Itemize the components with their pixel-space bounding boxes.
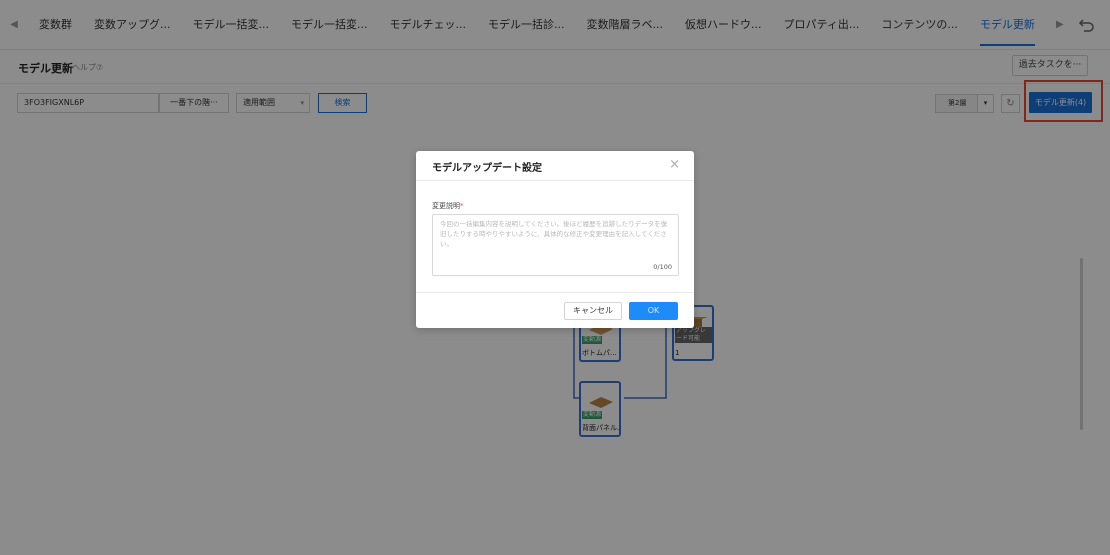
ok-button[interactable]: OK bbox=[629, 302, 678, 320]
dialog-header: モデルアップデート設定 × bbox=[416, 151, 694, 181]
textarea-placeholder: 今回の一括編集内容を説明してください。後ほど履歴を追跡したりデータを復旧したりす… bbox=[440, 220, 668, 248]
field-label-text: 変更説明 bbox=[432, 202, 460, 210]
cancel-button[interactable]: キャンセル bbox=[564, 302, 622, 320]
character-counter: 0/100 bbox=[653, 263, 672, 271]
close-icon[interactable]: × bbox=[669, 157, 680, 172]
change-description-textarea[interactable]: 今回の一括編集内容を説明してください。後ほど履歴を追跡したりデータを復旧したりす… bbox=[432, 214, 679, 276]
change-description-label: 変更説明* bbox=[432, 201, 464, 211]
model-update-settings-dialog: モデルアップデート設定 × 変更説明* 今回の一括編集内容を説明してください。後… bbox=[416, 151, 694, 328]
dialog-title: モデルアップデート設定 bbox=[432, 163, 542, 174]
required-mark: * bbox=[460, 202, 464, 210]
dialog-footer: キャンセル OK bbox=[416, 292, 694, 328]
